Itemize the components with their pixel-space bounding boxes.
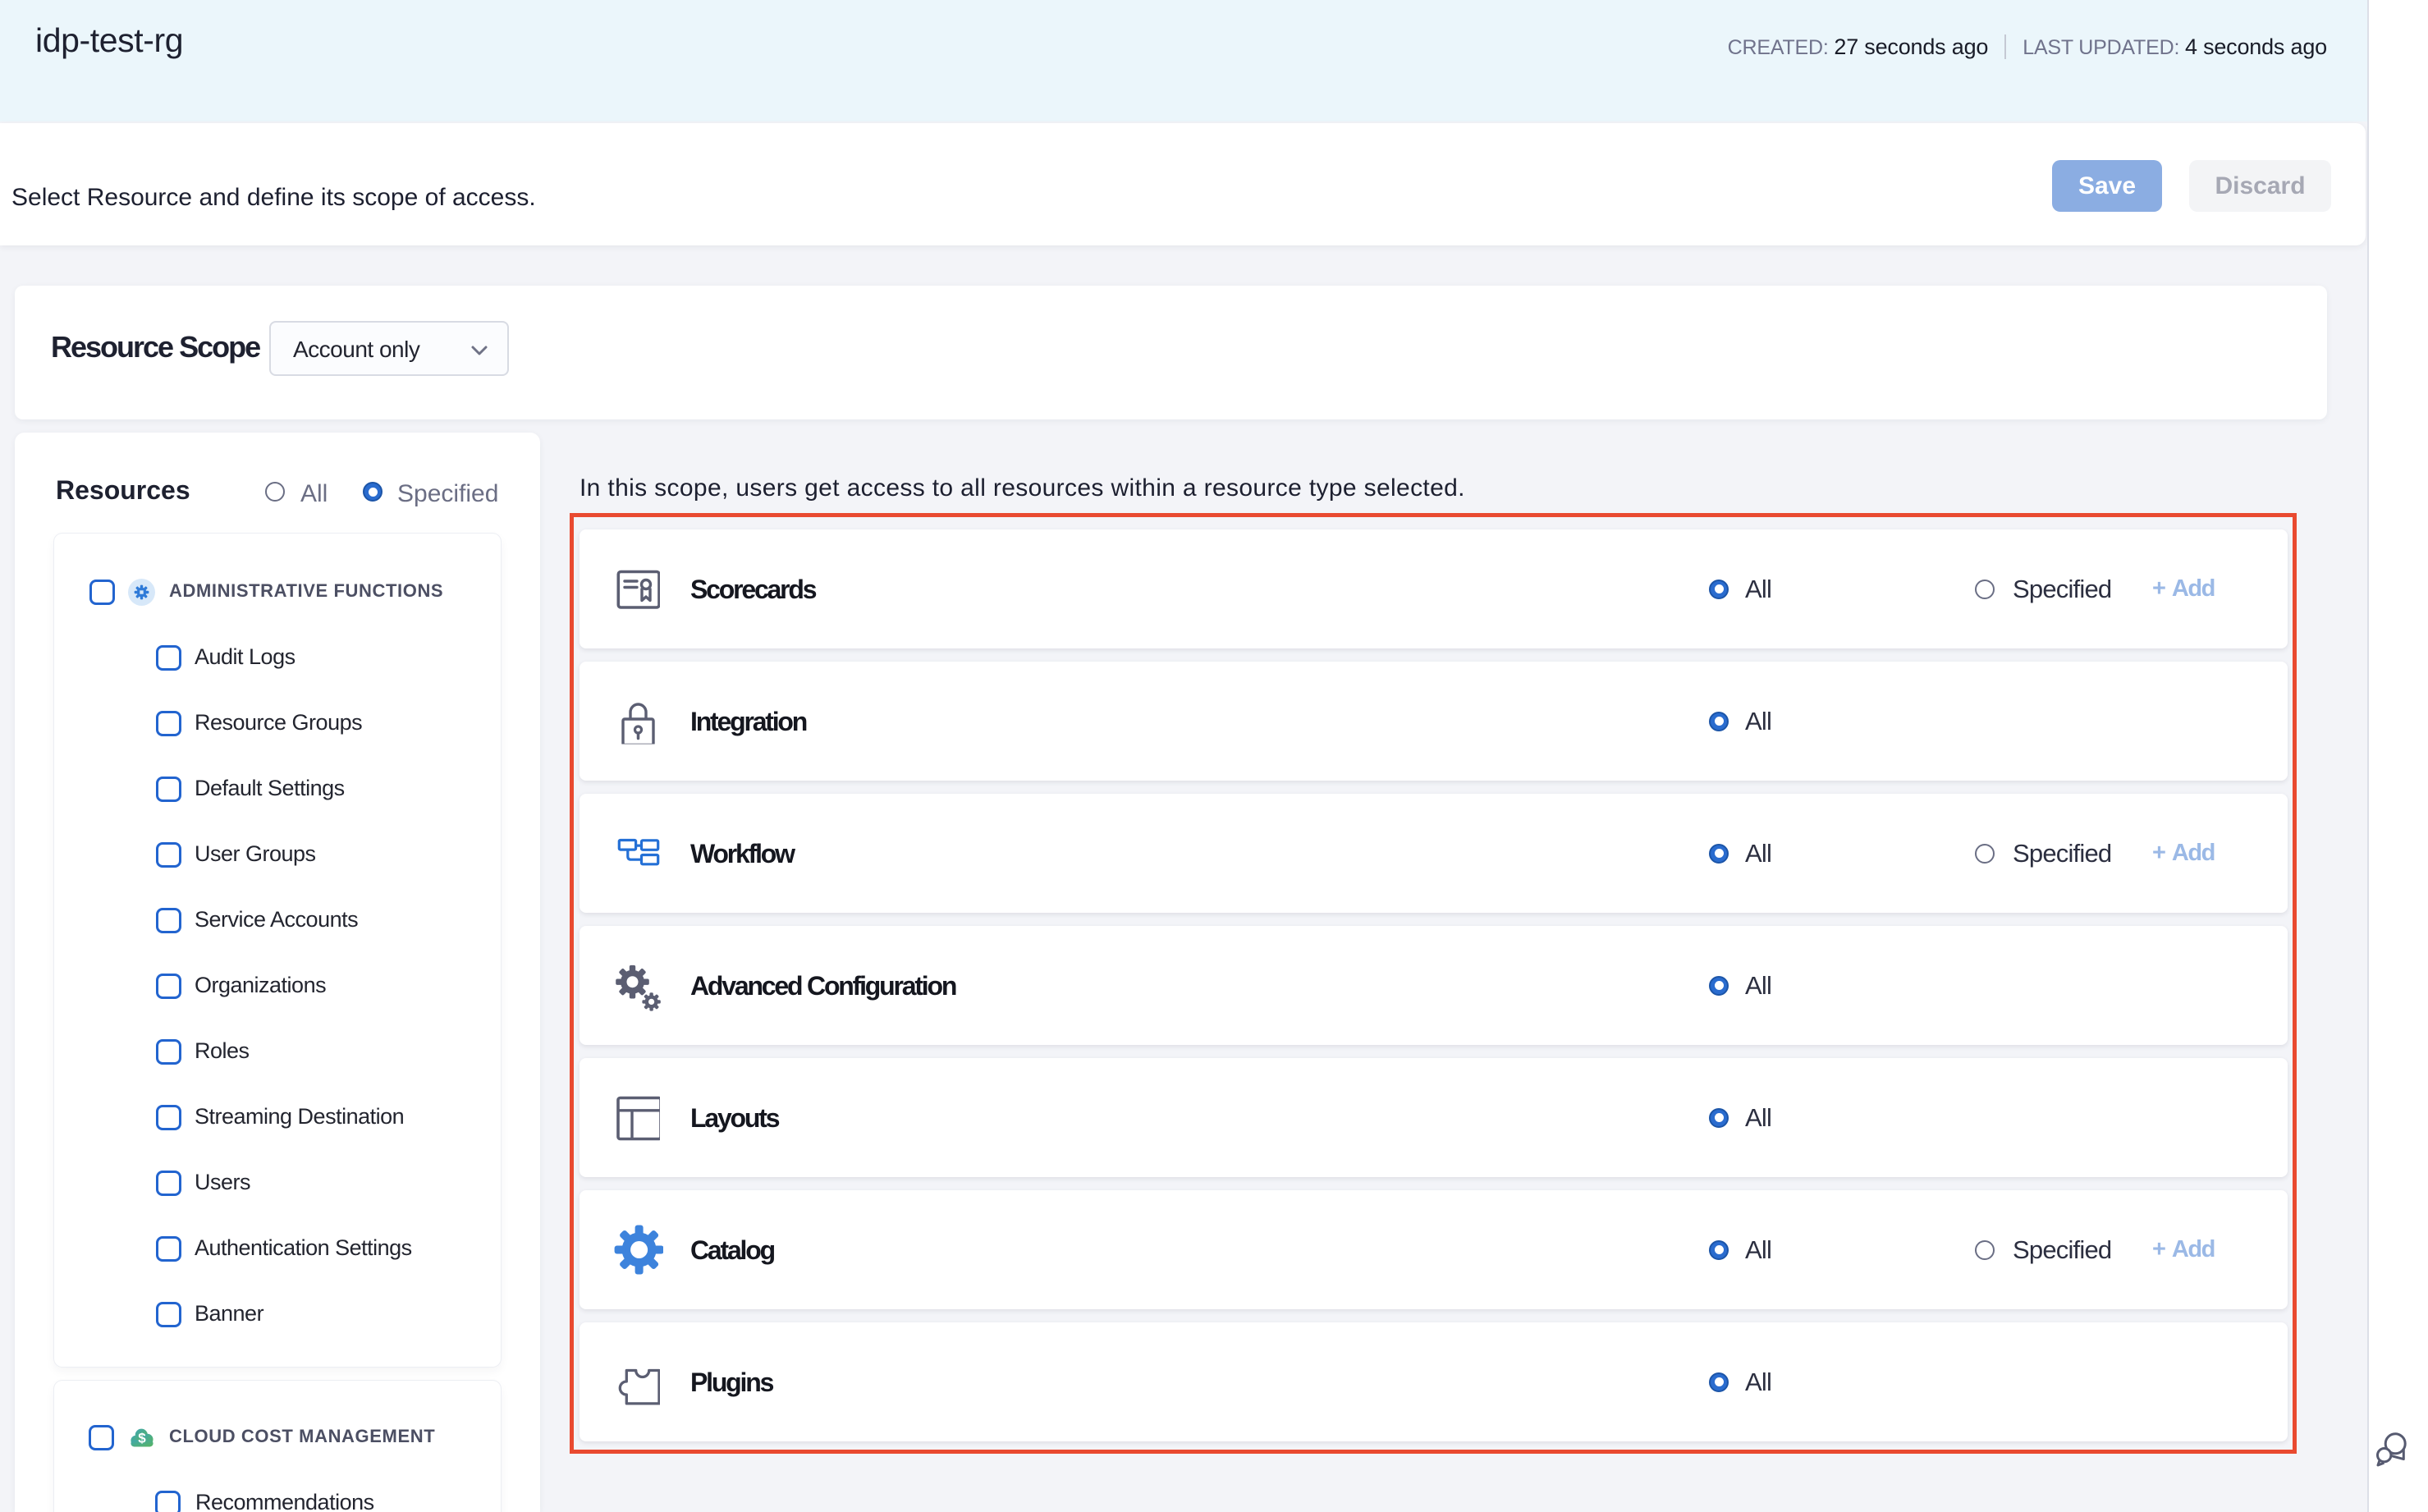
svg-text:$: $ [138, 1430, 146, 1446]
